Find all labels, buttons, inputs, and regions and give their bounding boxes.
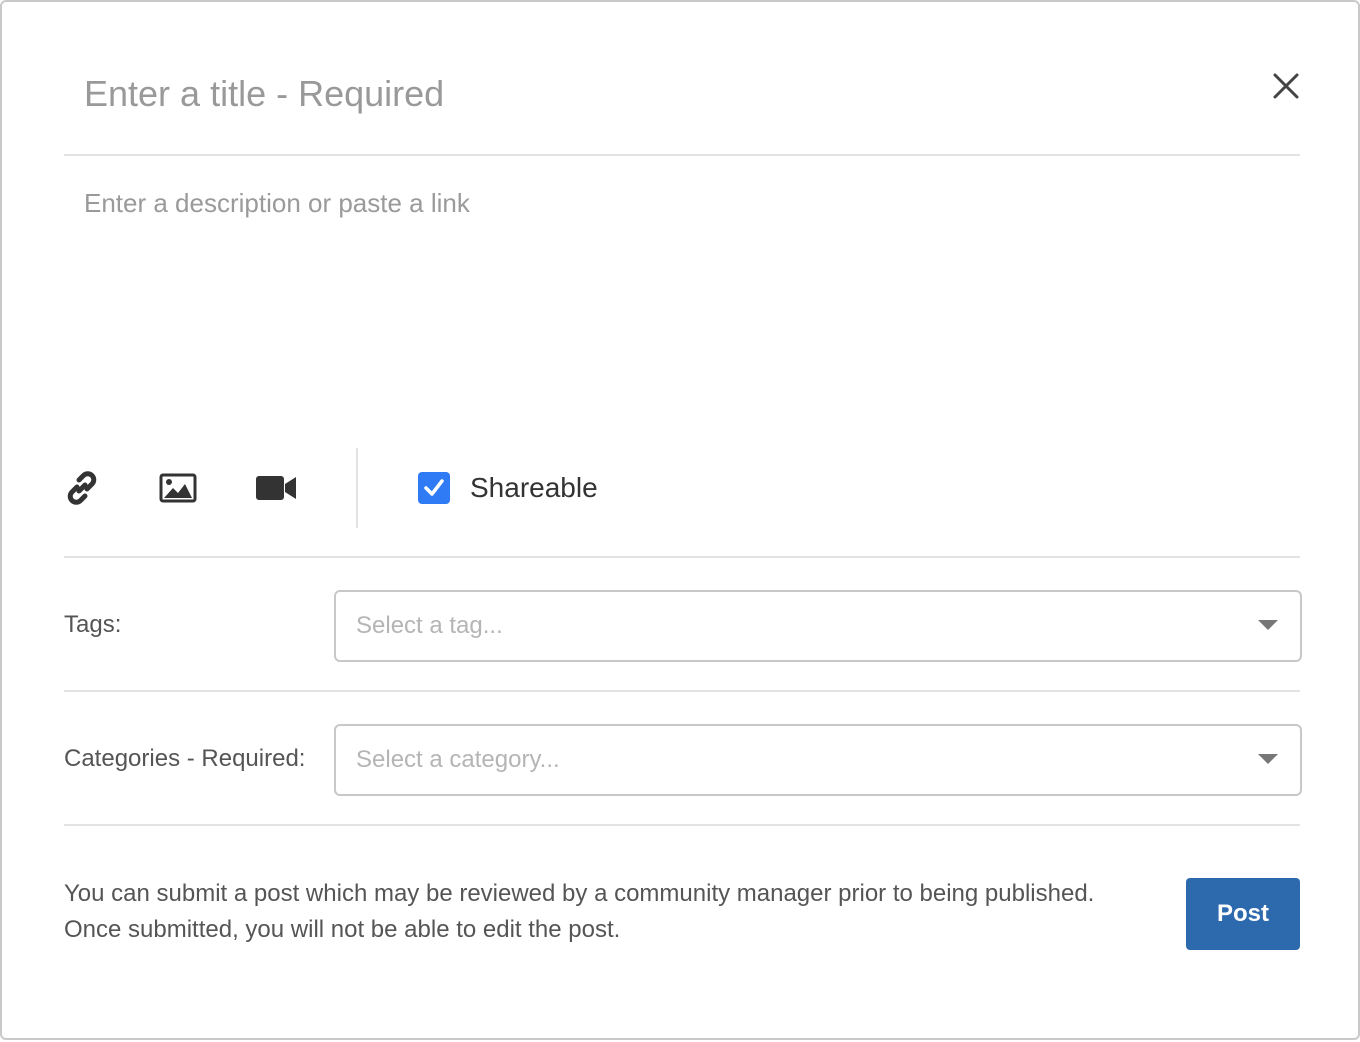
categories-select[interactable]: Select a category... <box>334 724 1302 796</box>
tags-divider <box>64 690 1300 692</box>
categories-divider <box>64 824 1300 826</box>
checkmark-icon <box>424 479 444 496</box>
tags-placeholder: Select a tag... <box>356 612 503 639</box>
insert-image-button[interactable] <box>158 468 198 508</box>
insert-link-button[interactable] <box>62 468 102 508</box>
tags-select[interactable]: Select a tag... <box>334 590 1302 662</box>
image-icon <box>159 473 197 503</box>
chevron-down-icon <box>1258 754 1278 764</box>
shareable-label: Shareable <box>470 472 598 503</box>
toolbar-separator <box>356 448 358 528</box>
submission-notice: You can submit a post which may be revie… <box>64 876 1164 948</box>
title-divider <box>64 154 1300 156</box>
chevron-down-icon <box>1258 620 1278 630</box>
tags-label: Tags: <box>64 611 122 638</box>
title-input[interactable] <box>84 66 1184 122</box>
categories-label: Categories - Required: <box>64 745 306 772</box>
close-icon <box>1273 73 1299 99</box>
post-button[interactable]: Post <box>1186 878 1300 950</box>
insert-video-button[interactable] <box>254 468 298 508</box>
link-icon <box>67 471 97 505</box>
categories-placeholder: Select a category... <box>356 746 560 773</box>
submission-notice-line-1: You can submit a post which may be revie… <box>64 880 1095 907</box>
submission-notice-line-2: Once submitted, you will not be able to … <box>64 916 621 943</box>
close-button[interactable] <box>1264 64 1308 108</box>
create-post-modal: Shareable Tags: Select a tag... Categori… <box>0 0 1360 1040</box>
description-input[interactable] <box>84 188 1284 408</box>
video-icon <box>256 476 296 500</box>
shareable-checkbox[interactable] <box>418 472 450 504</box>
toolbar-divider <box>64 556 1300 558</box>
